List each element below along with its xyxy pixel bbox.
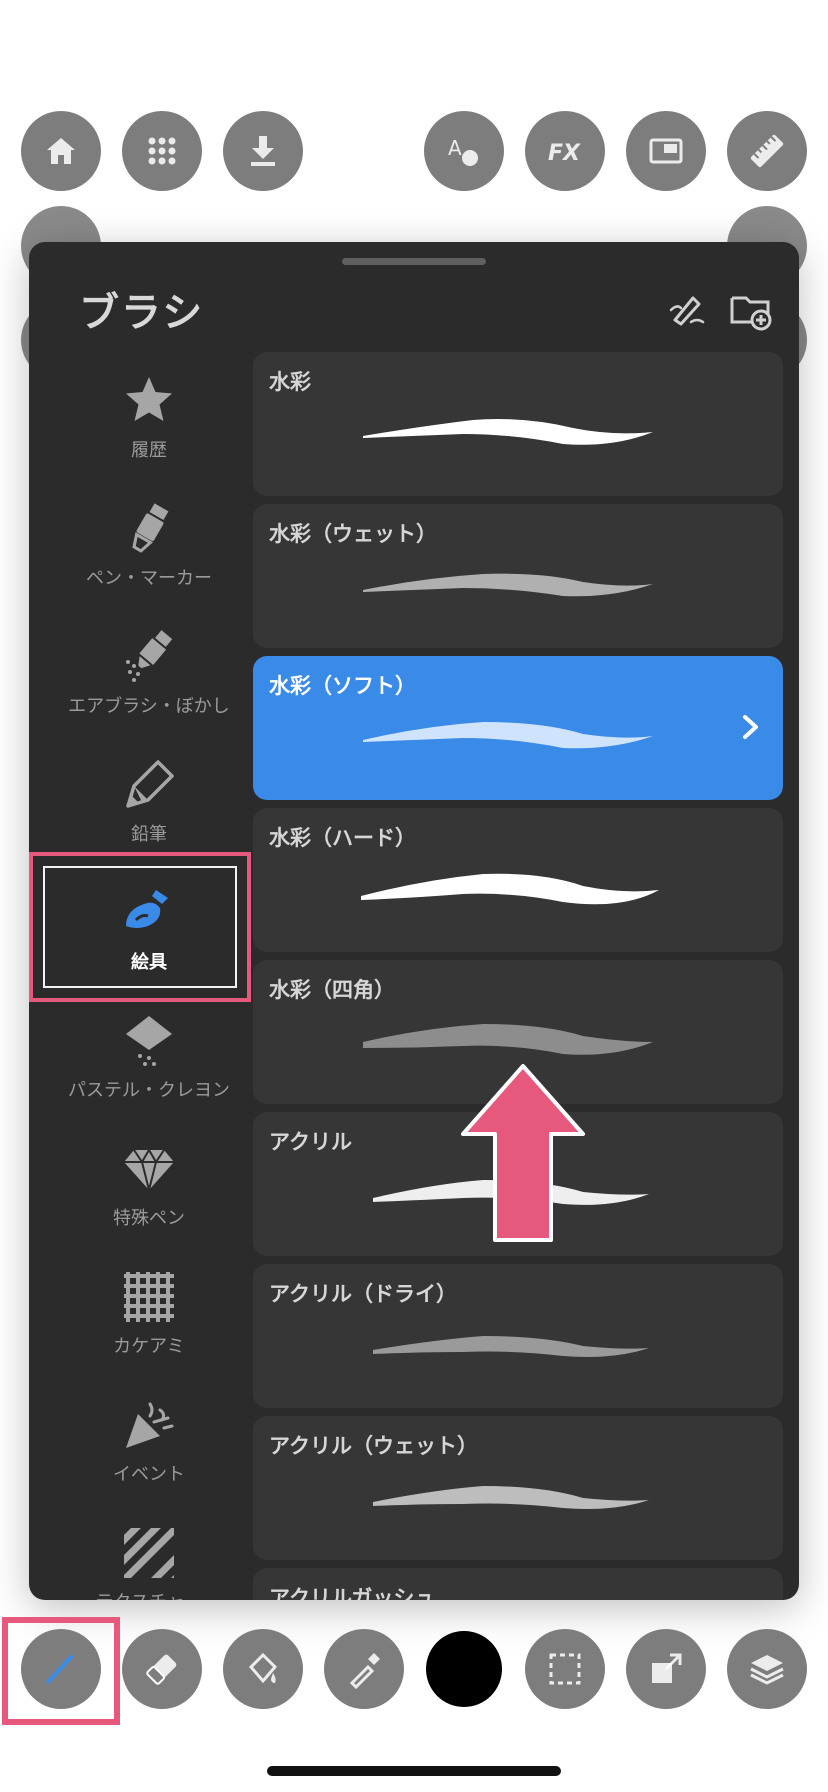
brush-item-watercolor-wet[interactable]: 水彩（ウェット） — [253, 504, 783, 648]
brush-stroke-preview — [363, 573, 653, 597]
brush-name: アクリル（ウェット） — [269, 1434, 478, 1458]
pastel-icon — [126, 1016, 172, 1066]
apps-button[interactable] — [122, 111, 202, 191]
category-pencil[interactable]: 鉛筆 — [39, 746, 259, 872]
transform-button[interactable] — [626, 1629, 706, 1709]
category-pen-marker[interactable]: ペン・マーカー — [39, 490, 259, 616]
add-folder-icon[interactable] — [729, 288, 773, 332]
brush-item-acrylic-dry[interactable]: アクリル（ドライ） — [253, 1264, 783, 1408]
pencil-icon — [126, 760, 174, 808]
brush-name: アクリル — [269, 1130, 352, 1154]
brush-list[interactable]: 水彩 水彩（ウェット） 水彩（ソフト） 水彩（ハード） 水彩（四角） アクリル … — [253, 352, 783, 1600]
category-special-pen[interactable]: 特殊ペン — [39, 1130, 259, 1256]
brush-name: 水彩（ソフト） — [269, 674, 416, 698]
selection-button[interactable] — [525, 1629, 605, 1709]
fill-bucket-icon — [248, 1652, 278, 1684]
brush-item-watercolor-hard[interactable]: 水彩（ハード） — [253, 808, 783, 952]
brush-name: 水彩 — [269, 370, 311, 394]
category-kakeami[interactable]: カケアミ — [39, 1258, 259, 1384]
home-indicator[interactable] — [267, 1766, 561, 1776]
grid-icon — [124, 1272, 174, 1322]
category-label: パステル・クレヨン — [68, 1080, 230, 1101]
airbrush-icon — [126, 630, 173, 682]
svg-text:FX: FX — [548, 141, 581, 166]
brush-stroke-preview — [373, 1486, 649, 1509]
party-popper-icon — [126, 1402, 174, 1448]
apps-grid-icon — [148, 137, 176, 165]
brush-item-acrylic-wet[interactable]: アクリル（ウェット） — [253, 1416, 783, 1560]
canvas-frame-icon — [649, 138, 683, 164]
fill-bucket-button[interactable] — [223, 1629, 303, 1709]
brush-name: 水彩（四角） — [269, 978, 395, 1002]
brush-item-watercolor[interactable]: 水彩 — [253, 352, 783, 496]
eraser-icon — [146, 1654, 177, 1685]
brush-name: 水彩（ハード） — [269, 826, 416, 850]
category-label: イベント — [113, 1464, 185, 1485]
text-shape-button[interactable]: A — [424, 111, 504, 191]
eyedropper-button[interactable] — [324, 1629, 404, 1709]
transform-icon — [652, 1653, 682, 1683]
home-icon — [47, 138, 75, 164]
home-button[interactable] — [21, 111, 101, 191]
brush-tool-button[interactable] — [21, 1629, 101, 1709]
panel-title: ブラシ — [79, 290, 205, 336]
category-paint[interactable]: 絵具 — [39, 874, 259, 1000]
selection-icon — [549, 1653, 581, 1685]
svg-text:A: A — [448, 136, 462, 160]
category-label: テクスチャー — [39, 1588, 259, 1600]
category-label: 鉛筆 — [131, 824, 167, 845]
star-icon — [126, 377, 172, 421]
color-well[interactable] — [426, 1631, 502, 1707]
diamond-icon — [124, 1148, 174, 1191]
eraser-button[interactable] — [122, 1629, 202, 1709]
brush-tool-icon — [46, 1655, 73, 1684]
category-texture[interactable]: テクスチャー — [39, 1514, 259, 1600]
category-history[interactable]: 履歴 — [39, 362, 259, 488]
paint-brush-icon — [126, 890, 168, 928]
brush-edit-icon[interactable] — [665, 288, 709, 332]
eyedropper-icon — [349, 1653, 380, 1689]
stripes-icon — [124, 1528, 174, 1578]
fx-icon: FX — [548, 141, 581, 166]
panel-grabber[interactable] — [342, 258, 486, 265]
brush-item-acrylic-gouache[interactable]: アクリルガッシュ — [253, 1568, 783, 1600]
ruler-button[interactable] — [727, 111, 807, 191]
category-label: カケアミ — [113, 1336, 185, 1357]
ruler-icon — [750, 134, 784, 168]
brush-stroke-preview — [361, 873, 659, 905]
brush-stroke-preview — [363, 419, 653, 445]
canvas-frame-button[interactable] — [626, 111, 706, 191]
brush-panel: ブラシ 履歴 ペン・マーカー エアブラシ・ぼかし 鉛筆 絵具 パステル・クレヨン… — [29, 242, 799, 1600]
layers-icon — [750, 1655, 784, 1685]
text-shape-icon: A — [448, 136, 478, 166]
marker-icon — [132, 503, 169, 553]
category-label: 絵具 — [131, 952, 167, 973]
brush-name: アクリル（ドライ） — [269, 1282, 457, 1306]
category-airbrush[interactable]: エアブラシ・ぼかし — [39, 618, 259, 744]
brush-name: アクリルガッシュ — [269, 1586, 436, 1600]
download-icon — [251, 136, 275, 166]
brush-stroke-preview — [363, 722, 653, 749]
category-label: 特殊ペン — [113, 1208, 185, 1229]
layers-button[interactable] — [727, 1629, 807, 1709]
brush-stroke-preview — [373, 1336, 649, 1357]
category-pastel[interactable]: パステル・クレヨン — [39, 1002, 259, 1128]
arrow-annotation — [461, 1064, 585, 1242]
category-label: エアブラシ・ぼかし — [68, 696, 230, 717]
fx-button[interactable]: FX — [525, 111, 605, 191]
category-label: 履歴 — [131, 440, 167, 461]
brush-item-watercolor-soft[interactable]: 水彩（ソフト） — [253, 656, 783, 800]
category-event[interactable]: イベント — [39, 1386, 259, 1512]
category-label: ペン・マーカー — [86, 568, 212, 589]
chevron-right-icon[interactable] — [739, 712, 763, 742]
brush-name: 水彩（ウェット） — [269, 522, 437, 546]
download-button[interactable] — [223, 111, 303, 191]
